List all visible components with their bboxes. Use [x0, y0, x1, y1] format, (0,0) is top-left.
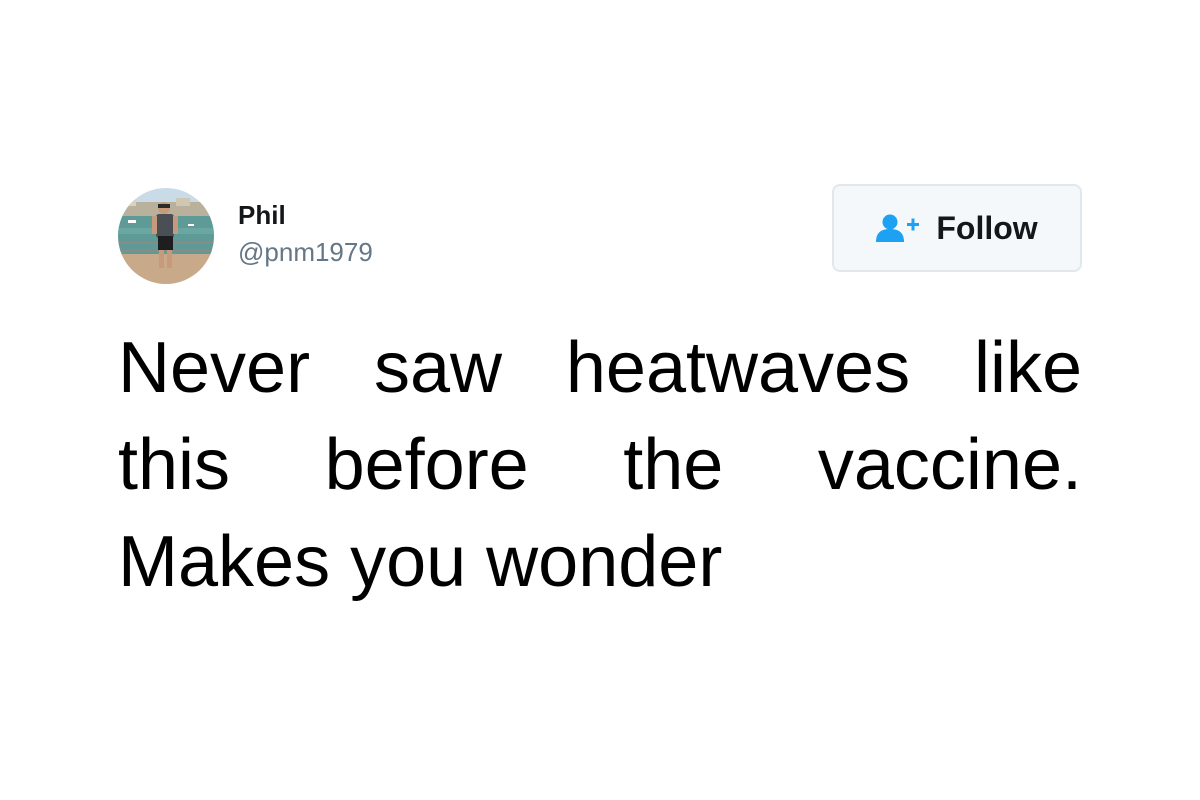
- follow-button[interactable]: Follow: [832, 184, 1082, 272]
- add-user-icon: [876, 213, 920, 243]
- avatar[interactable]: [118, 188, 214, 284]
- tweet-card: Phil @pnm1979 Follow Never saw heatwaves…: [118, 184, 1082, 604]
- user-handle[interactable]: @pnm1979: [238, 236, 373, 268]
- tweet-text: Never saw heatwaves like this before the…: [118, 328, 1082, 602]
- profile-photo-icon: [118, 188, 214, 284]
- display-name[interactable]: Phil: [238, 200, 373, 230]
- follow-label: Follow: [936, 209, 1038, 246]
- user-info: Phil @pnm1979: [238, 200, 373, 268]
